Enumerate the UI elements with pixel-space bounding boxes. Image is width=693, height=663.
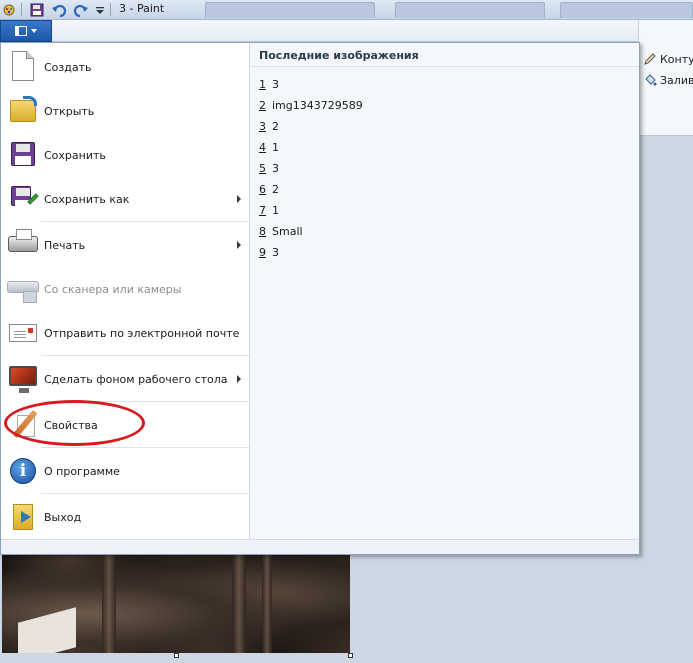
divider <box>250 66 639 67</box>
recent-item-number: 1 <box>259 78 266 91</box>
recent-item-name: 3 <box>272 162 279 175</box>
canvas-image-detail <box>18 607 76 653</box>
ribbon-shapes-group: Контур Заливка <box>638 20 693 136</box>
recent-item-name: 2 <box>272 183 279 196</box>
desktop-background-icon <box>5 361 41 397</box>
menu-item-label: Сохранить как <box>44 192 130 206</box>
menu-item-open[interactable]: Открыть <box>1 89 250 133</box>
new-document-icon <box>5 49 41 85</box>
window-title: 3 - Paint <box>119 2 165 15</box>
exit-icon <box>5 499 41 535</box>
scanner-icon <box>5 271 41 307</box>
recent-item[interactable]: 62 <box>259 183 279 196</box>
undo-icon[interactable] <box>51 2 67 18</box>
menu-separator <box>41 493 249 494</box>
menu-item-print[interactable]: Печать <box>1 223 250 267</box>
recent-item-number: 8 <box>259 225 266 238</box>
recent-item-number: 4 <box>259 141 266 154</box>
recent-images-title: Последние изображения <box>259 49 419 62</box>
recent-images-panel: Последние изображения 13 2 img1343729589 … <box>250 43 639 539</box>
app-menu-button[interactable] <box>0 20 52 42</box>
recent-item[interactable]: 71 <box>259 204 279 217</box>
menu-item-label: Создать <box>44 60 92 74</box>
recent-item-number: 6 <box>259 183 266 196</box>
chevron-down-icon <box>31 29 37 33</box>
outline-label: Контур <box>660 52 693 66</box>
submenu-arrow-icon <box>237 195 241 203</box>
fill-button[interactable]: Заливка <box>643 73 693 87</box>
paint-app-icon[interactable] <box>2 2 16 18</box>
menu-doc-icon <box>15 26 27 36</box>
submenu-arrow-icon <box>237 375 241 383</box>
fill-bucket-icon <box>645 74 657 86</box>
menu-separator <box>41 221 249 222</box>
menu-item-label: О программе <box>44 464 120 478</box>
recent-item[interactable]: 8 Small <box>259 225 303 238</box>
menu-item-exit[interactable]: Выход <box>1 495 250 539</box>
taskbar-ghost-tab <box>560 2 693 18</box>
menu-item-label: Печать <box>44 238 86 252</box>
printer-icon <box>5 227 41 263</box>
outline-button[interactable]: Контур <box>643 52 693 66</box>
taskbar-ghost-tab <box>395 2 545 18</box>
menu-item-new[interactable]: Создать <box>1 45 250 89</box>
app-menu-footer <box>1 539 639 554</box>
app-menu-commands: Создать Открыть Сохранить Сохранить как … <box>1 43 250 539</box>
menu-item-label: Со сканера или камеры <box>44 282 182 296</box>
menu-item-label: Сохранить <box>44 148 106 162</box>
save-icon <box>5 137 41 173</box>
menu-item-from-scanner: Со сканера или камеры <box>1 267 250 311</box>
redo-icon[interactable] <box>73 2 89 18</box>
highlight-annotation <box>4 400 145 446</box>
recent-item-name: img1343729589 <box>272 99 363 112</box>
recent-item[interactable]: 41 <box>259 141 279 154</box>
menu-item-label: Отправить по электронной почте <box>44 326 240 340</box>
customize-toolbar-icon[interactable] <box>94 2 106 18</box>
recent-item[interactable]: 2 img1343729589 <box>259 99 363 112</box>
info-icon: i <box>5 453 41 489</box>
email-icon <box>5 315 41 351</box>
recent-item-number: 5 <box>259 162 266 175</box>
recent-item[interactable]: 53 <box>259 162 279 175</box>
ribbon-tab-strip <box>52 20 638 42</box>
recent-item[interactable]: 13 <box>259 78 279 91</box>
recent-item-number: 7 <box>259 204 266 217</box>
submenu-arrow-icon <box>237 241 241 249</box>
recent-item-name: 1 <box>272 204 279 217</box>
menu-item-about[interactable]: i О программе <box>1 449 250 493</box>
title-bar: 3 - Paint <box>0 0 693 20</box>
save-as-icon <box>5 181 41 217</box>
menu-separator <box>41 355 249 356</box>
recent-item-name: 3 <box>272 246 279 259</box>
menu-item-email[interactable]: Отправить по электронной почте <box>1 311 250 355</box>
open-folder-icon <box>5 93 41 129</box>
save-quick-icon[interactable] <box>29 2 45 18</box>
menu-item-save-as[interactable]: Сохранить как <box>1 177 250 221</box>
menu-separator <box>41 447 249 448</box>
fill-label: Заливка <box>660 73 693 87</box>
menu-item-label: Выход <box>44 510 82 524</box>
taskbar-ghost-tab <box>205 2 375 18</box>
application-menu: Создать Открыть Сохранить Сохранить как … <box>0 42 640 555</box>
recent-item[interactable]: 32 <box>259 120 279 133</box>
outline-pencil-icon <box>644 53 656 65</box>
resize-handle[interactable] <box>348 653 353 658</box>
menu-item-save[interactable]: Сохранить <box>1 133 250 177</box>
recent-item-name: 3 <box>272 78 279 91</box>
menu-item-label: Сделать фоном рабочего стола <box>44 372 228 386</box>
recent-item[interactable]: 93 <box>259 246 279 259</box>
canvas-image[interactable] <box>2 555 350 653</box>
menu-item-label: Открыть <box>44 104 95 118</box>
recent-item-name: 1 <box>272 141 279 154</box>
recent-item-number: 2 <box>259 99 266 112</box>
menu-item-set-desktop-background[interactable]: Сделать фоном рабочего стола <box>1 357 250 401</box>
resize-handle[interactable] <box>174 653 179 658</box>
recent-item-number: 9 <box>259 246 266 259</box>
recent-item-number: 3 <box>259 120 266 133</box>
recent-item-name: Small <box>272 225 303 238</box>
recent-item-name: 2 <box>272 120 279 133</box>
